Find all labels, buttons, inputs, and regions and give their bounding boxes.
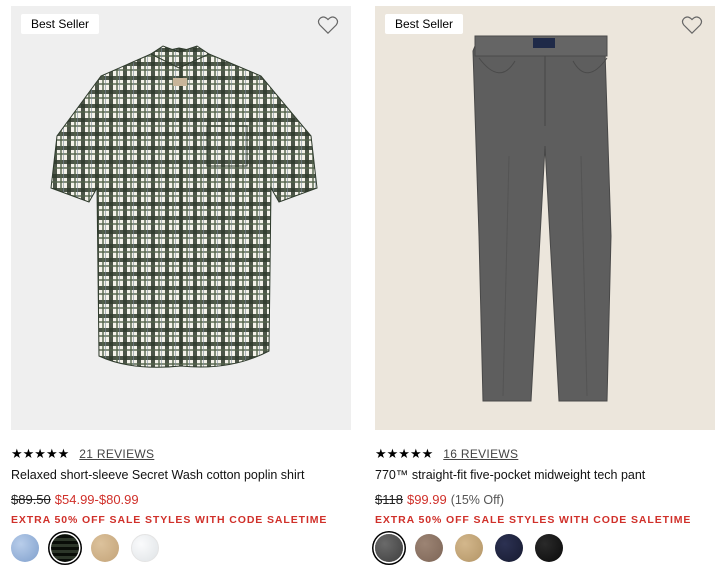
rating: ★★★★★ 16 REVIEWS xyxy=(375,446,518,462)
color-swatch-gray[interactable] xyxy=(375,534,403,562)
best-seller-badge: Best Seller xyxy=(385,14,464,34)
color-swatches xyxy=(375,534,563,562)
original-price: $118 xyxy=(375,492,403,507)
star-rating-icon: ★★★★★ xyxy=(375,446,434,461)
color-swatch-black[interactable] xyxy=(535,534,563,562)
star-rating-icon: ★★★★★ xyxy=(11,446,70,461)
original-price: $89.50 xyxy=(11,492,51,507)
price: $118 $99.99 (15% Off) xyxy=(375,492,504,507)
product-card[interactable]: Best Seller ★★★★★ 16 REVIEWS 770™ straig… xyxy=(375,6,715,562)
product-name[interactable]: Relaxed short-sleeve Secret Wash cotton … xyxy=(11,468,304,482)
promo-text: EXTRA 50% OFF SALE STYLES WITH CODE SALE… xyxy=(375,514,692,526)
color-swatch-blue[interactable] xyxy=(11,534,39,562)
heart-outline-icon[interactable] xyxy=(681,15,703,35)
color-swatch-khaki[interactable] xyxy=(91,534,119,562)
product-image[interactable]: Best Seller xyxy=(11,6,351,430)
color-swatch-khaki[interactable] xyxy=(455,534,483,562)
product-name[interactable]: 770™ straight-fit five-pocket midweight … xyxy=(375,468,645,482)
discount-percent: (15% Off) xyxy=(450,493,504,507)
heart-outline-icon[interactable] xyxy=(317,15,339,35)
rating: ★★★★★ 21 REVIEWS xyxy=(11,446,154,462)
reviews-link[interactable]: 21 REVIEWS xyxy=(79,447,154,461)
color-swatches xyxy=(11,534,159,562)
color-swatch-white[interactable] xyxy=(131,534,159,562)
product-card[interactable]: Best Seller ★★★★★ 21 REVIEWS Relaxed sho… xyxy=(11,6,351,562)
color-swatch-navy[interactable] xyxy=(495,534,523,562)
promo-text: EXTRA 50% OFF SALE STYLES WITH CODE SALE… xyxy=(11,514,328,526)
plaid-shirt-image xyxy=(50,45,318,368)
gray-pants-image xyxy=(472,35,612,402)
color-swatch-brown[interactable] xyxy=(415,534,443,562)
color-swatch-plaid[interactable] xyxy=(51,534,79,562)
sale-price: $54.99-$80.99 xyxy=(54,492,139,507)
product-image[interactable]: Best Seller xyxy=(375,6,715,430)
best-seller-badge: Best Seller xyxy=(21,14,100,34)
price: $89.50 $54.99-$80.99 xyxy=(11,492,139,507)
reviews-link[interactable]: 16 REVIEWS xyxy=(443,447,518,461)
sale-price: $99.99 xyxy=(406,492,447,507)
